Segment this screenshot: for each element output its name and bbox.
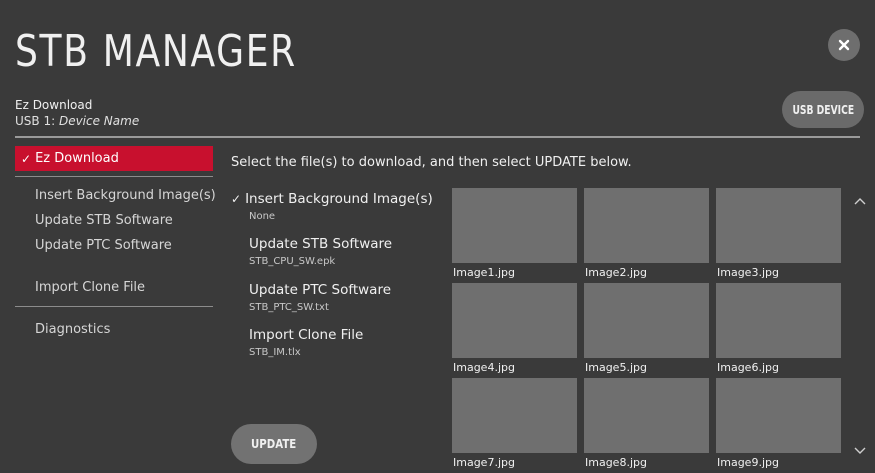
- checkmark-icon: ✓: [21, 151, 32, 166]
- sidebar-item-import-clone[interactable]: Import Clone File: [35, 280, 145, 295]
- file-option-ptc-software[interactable]: Update PTC Software: [249, 282, 391, 298]
- chevron-up-icon[interactable]: [853, 195, 867, 209]
- image-label: Image2.jpg: [585, 266, 647, 279]
- image-thumbnail[interactable]: [716, 283, 841, 358]
- sidebar-item-insert-background[interactable]: Insert Background Image(s): [35, 188, 216, 203]
- file-option-background[interactable]: ✓ Insert Background Image(s): [231, 191, 433, 207]
- usb-device-button[interactable]: USB DEVICE: [782, 91, 864, 128]
- image-thumbnail[interactable]: [452, 378, 577, 453]
- usb-device-name: Device Name: [58, 114, 140, 128]
- current-section-label: Ez Download: [15, 98, 93, 112]
- sidebar-item-ez-download[interactable]: ✓ Ez Download: [15, 146, 213, 171]
- file-option-value: STB_CPU_SW.epk: [249, 256, 336, 267]
- instruction-text: Select the file(s) to download, and then…: [231, 155, 632, 170]
- sidebar-item-update-ptc[interactable]: Update PTC Software: [35, 238, 172, 253]
- image-thumbnail[interactable]: [584, 378, 709, 453]
- close-button[interactable]: [828, 29, 860, 61]
- image-label: Image8.jpg: [585, 456, 647, 469]
- image-label: Image9.jpg: [717, 456, 779, 469]
- file-option-value: STB_PTC_SW.txt: [249, 302, 329, 313]
- chevron-down-icon[interactable]: [853, 443, 867, 457]
- checkmark-icon: ✓: [231, 192, 242, 206]
- image-thumbnail[interactable]: [452, 188, 577, 263]
- image-label: Image5.jpg: [585, 361, 647, 374]
- file-option-value: None: [249, 211, 276, 222]
- image-label: Image6.jpg: [717, 361, 779, 374]
- image-label: Image3.jpg: [717, 266, 779, 279]
- file-option-value: STB_IM.tlx: [249, 347, 301, 358]
- image-thumbnail[interactable]: [716, 378, 841, 453]
- sidebar-divider: [15, 306, 213, 307]
- image-thumbnail[interactable]: [584, 283, 709, 358]
- usb-device-info: USB 1: Device Name: [15, 114, 139, 128]
- usb-prefix: USB 1:: [15, 114, 59, 128]
- update-button[interactable]: UPDATE: [231, 424, 317, 464]
- update-button-label: UPDATE: [251, 437, 297, 451]
- close-icon: [838, 39, 850, 51]
- image-label: Image7.jpg: [453, 456, 515, 469]
- header-divider: [15, 136, 860, 138]
- sidebar-item-diagnostics[interactable]: Diagnostics: [35, 322, 110, 337]
- usb-device-button-label: USB DEVICE: [792, 102, 854, 117]
- file-option-clone-file[interactable]: Import Clone File: [249, 327, 363, 343]
- page-title: STB MANAGER: [15, 26, 297, 77]
- image-thumbnail[interactable]: [452, 283, 577, 358]
- image-thumbnail[interactable]: [716, 188, 841, 263]
- image-label: Image4.jpg: [453, 361, 515, 374]
- sidebar-item-label: Ez Download: [35, 151, 119, 166]
- file-option-title: Insert Background Image(s): [245, 191, 433, 207]
- sidebar-divider: [15, 176, 213, 177]
- sidebar-item-update-stb[interactable]: Update STB Software: [35, 213, 173, 228]
- image-label: Image1.jpg: [453, 266, 515, 279]
- file-option-stb-software[interactable]: Update STB Software: [249, 236, 392, 252]
- image-thumbnail[interactable]: [584, 188, 709, 263]
